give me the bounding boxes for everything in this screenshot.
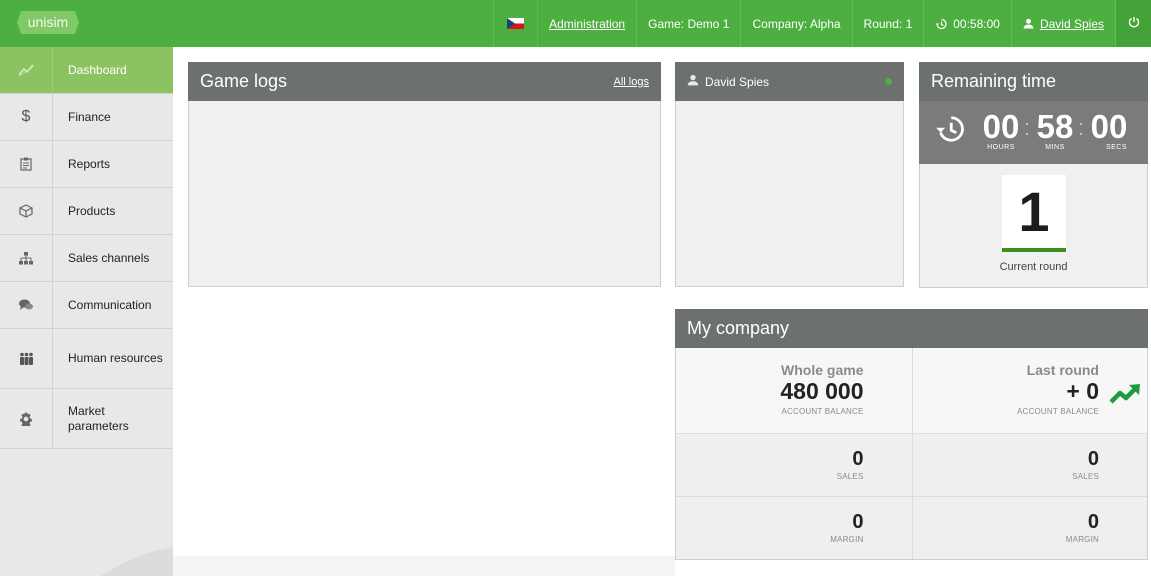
history-clock-icon: [935, 114, 965, 147]
sidebar: Dashboard $ Finance Reports Products Sal…: [0, 47, 173, 576]
timer-text: 00:58:00: [953, 16, 1000, 31]
remaining-time-title: Remaining time: [931, 71, 1057, 91]
user-icon: [687, 74, 699, 89]
game-logs-header: Game logs All logs: [188, 62, 661, 101]
timer-info: 00:58:00: [923, 0, 1011, 47]
company-info: Company: Alpha: [740, 0, 851, 47]
user-panel-name: David Spies: [705, 74, 770, 89]
last-round-margin: 0 MARGIN: [911, 496, 1147, 559]
sidebar-item-sales-channels[interactable]: Sales channels: [0, 235, 173, 282]
sidebar-item-finance[interactable]: $ Finance: [0, 94, 173, 141]
box-icon: [0, 188, 53, 234]
remaining-time-header: Remaining time: [919, 62, 1148, 101]
trend-line-icon: [0, 47, 53, 93]
countdown: 00 HOURS : 58 MINS : 00 SECS: [919, 101, 1148, 164]
countdown-separator: :: [1024, 115, 1031, 140]
whole-game-margin: 0 MARGIN: [676, 496, 912, 559]
my-company-body: Whole game 480 000 ACCOUNT BALANCE Last …: [675, 348, 1148, 560]
current-round-box: 1 Current round: [919, 164, 1148, 288]
sidebar-item-market-parameters[interactable]: Market parameters: [0, 389, 173, 449]
sidebar-item-communication[interactable]: Communication: [0, 282, 173, 329]
people-icon: [0, 329, 53, 388]
company-row-margin: 0 MARGIN 0 MARGIN: [676, 496, 1147, 559]
remaining-time-panel: Remaining time 00 HOURS : 58 MINS : 00 S…: [919, 62, 1148, 288]
my-company-header: My company: [675, 309, 1148, 348]
whole-game-sales: 0 SALES: [676, 433, 912, 496]
user-icon: [1023, 18, 1034, 29]
countdown-separator: :: [1078, 115, 1085, 140]
power-icon: [1128, 16, 1140, 31]
sidebar-item-human-resources[interactable]: Human resources: [0, 329, 173, 389]
user-panel: David Spies: [675, 62, 904, 287]
game-logs-title: Game logs: [200, 71, 288, 91]
sidebar-item-reports[interactable]: Reports: [0, 141, 173, 188]
sidebar-item-dashboard[interactable]: Dashboard: [0, 47, 173, 94]
user-panel-header: David Spies: [675, 62, 904, 101]
gear-icon: [0, 389, 53, 448]
org-chart-icon: [0, 235, 53, 281]
top-bar: unisim Administration Game: Demo 1 Compa…: [0, 0, 1151, 47]
countdown-seconds: 00 SECS: [1090, 108, 1128, 152]
logout-button[interactable]: [1115, 0, 1151, 47]
user-panel-body: [675, 101, 904, 287]
current-round-label: Current round: [999, 261, 1068, 273]
online-status-indicator: [885, 78, 892, 85]
history-clock-icon: [935, 18, 947, 30]
company-row-sales: 0 SALES 0 SALES: [676, 433, 1147, 496]
whole-game-balance: Whole game 480 000 ACCOUNT BALANCE: [676, 348, 912, 433]
current-round-number: 1: [1018, 180, 1050, 243]
countdown-hours: 00 HOURS: [982, 108, 1020, 152]
game-info: Game: Demo 1: [636, 0, 740, 47]
my-company-title: My company: [687, 318, 790, 338]
trend-up-icon: [1109, 383, 1141, 408]
content-footer: [173, 556, 675, 576]
chat-bubbles-icon: [0, 282, 53, 328]
company-row-balance: Whole game 480 000 ACCOUNT BALANCE Last …: [676, 348, 1147, 433]
user-link[interactable]: David Spies: [1010, 0, 1115, 47]
all-logs-link[interactable]: All logs: [614, 76, 649, 88]
game-logs-list: [188, 101, 661, 287]
countdown-minutes: 58 MINS: [1036, 108, 1074, 152]
last-round-balance: Last round + 0 ACCOUNT BALANCE: [911, 348, 1147, 433]
game-logs-panel: Game logs All logs: [188, 62, 661, 287]
current-round-bar: [1002, 248, 1066, 252]
administration-link[interactable]: Administration: [537, 0, 636, 47]
current-round-card: 1: [1002, 175, 1066, 252]
last-round-sales: 0 SALES: [911, 433, 1147, 496]
language-switch[interactable]: [493, 0, 537, 47]
round-info: Round: 1: [851, 0, 924, 47]
my-company-panel: My company Whole game 480 000 ACCOUNT BA…: [675, 309, 1148, 560]
dollar-icon: $: [0, 94, 53, 140]
sidebar-item-products[interactable]: Products: [0, 188, 173, 235]
top-nav: Administration Game: Demo 1 Company: Alp…: [493, 0, 1151, 47]
logo-text: unisim: [28, 14, 68, 30]
unisim-logo[interactable]: unisim: [17, 9, 79, 36]
czech-flag-icon: [507, 18, 525, 29]
clipboard-icon: [0, 141, 53, 187]
